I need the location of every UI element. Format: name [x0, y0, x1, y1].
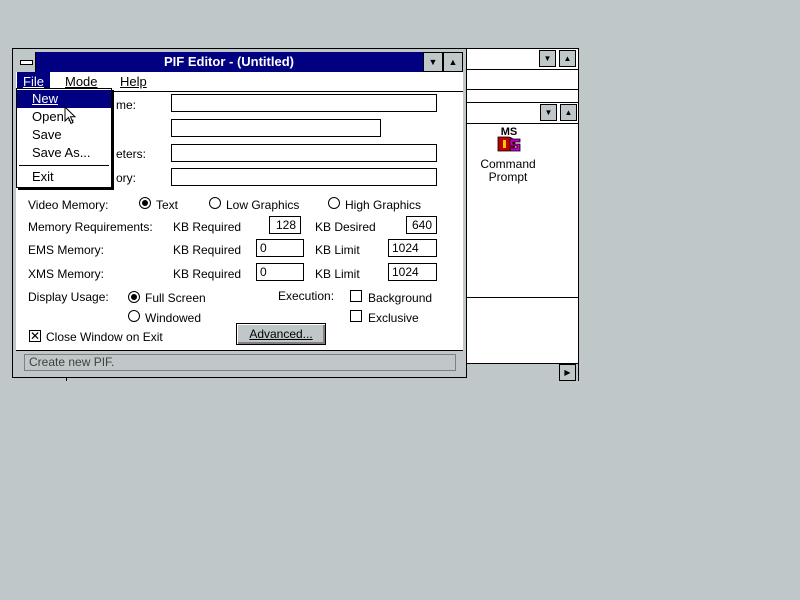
- file-menu-save[interactable]: Save: [17, 126, 111, 144]
- video-high-graphics-radio[interactable]: [328, 197, 340, 209]
- xms-kb-required-input[interactable]: 0: [256, 263, 304, 281]
- ems-kb-required-label: KB Required: [173, 243, 242, 257]
- video-low-graphics-radio[interactable]: [209, 197, 221, 209]
- file-menu-dropdown: New Open... Save Save As... Exit: [16, 88, 112, 188]
- memory-requirements-label: Memory Requirements:: [28, 220, 153, 234]
- group-maximize-button[interactable]: ▲: [560, 104, 577, 121]
- xms-memory-label: XMS Memory:: [28, 267, 105, 281]
- file-menu-exit[interactable]: Exit: [17, 168, 111, 186]
- menu-help[interactable]: Help: [114, 72, 153, 91]
- ems-kb-required-input[interactable]: 0: [256, 239, 304, 257]
- memory-kb-required-label: KB Required: [173, 220, 242, 234]
- scroll-right-icon[interactable]: ▶: [559, 364, 576, 381]
- menu-separator: [19, 165, 109, 166]
- status-bar: Create new PIF.: [16, 350, 463, 375]
- system-menu-button[interactable]: [16, 52, 36, 72]
- group-minimize-button[interactable]: ▼: [540, 104, 557, 121]
- msdos-prompt-icon[interactable]: MS: [494, 124, 524, 154]
- start-up-directory-label: ory:: [116, 171, 137, 185]
- memory-kb-desired-label: KB Desired: [315, 220, 376, 234]
- display-usage-label: Display Usage:: [28, 290, 109, 304]
- window-title-input[interactable]: [171, 119, 381, 137]
- file-menu-save-as[interactable]: Save As...: [17, 144, 111, 162]
- background-label[interactable]: Background: [368, 291, 432, 305]
- ems-kb-limit-input[interactable]: 1024: [388, 239, 437, 257]
- video-low-graphics-label[interactable]: Low Graphics: [226, 198, 299, 212]
- status-text: Create new PIF.: [24, 354, 456, 371]
- advanced-button[interactable]: Advanced...: [236, 323, 326, 345]
- video-memory-label: Video Memory:: [28, 198, 109, 212]
- mouse-pointer-icon: [64, 106, 77, 125]
- video-text-label[interactable]: Text: [156, 198, 178, 212]
- maximize-button[interactable]: ▲: [443, 52, 463, 72]
- optional-parameters-label: eters:: [116, 147, 147, 161]
- program-filename-label: me:: [116, 98, 137, 112]
- memory-kb-desired-input[interactable]: 640: [406, 216, 437, 234]
- msdos-logo-text: MS: [501, 126, 518, 138]
- full-screen-radio[interactable]: [128, 291, 140, 303]
- background-maximize-button[interactable]: ▲: [559, 50, 576, 67]
- window-title: PIF Editor - (Untitled): [164, 54, 294, 69]
- ems-kb-limit-label: KB Limit: [315, 243, 360, 257]
- start-up-directory-input[interactable]: [171, 168, 437, 186]
- background-checkbox[interactable]: [350, 290, 362, 302]
- execution-label: Execution:: [278, 289, 335, 303]
- title-bar[interactable]: PIF Editor - (Untitled) ▼ ▲: [16, 52, 463, 72]
- xms-kb-required-label: KB Required: [173, 267, 242, 281]
- exclusive-label[interactable]: Exclusive: [368, 311, 419, 325]
- full-screen-label[interactable]: Full Screen: [145, 291, 206, 305]
- minimize-button[interactable]: ▼: [423, 52, 443, 72]
- xms-kb-limit-label: KB Limit: [315, 267, 360, 281]
- xms-kb-limit-input[interactable]: 1024: [388, 263, 437, 281]
- ems-memory-label: EMS Memory:: [28, 243, 105, 257]
- close-window-checkbox[interactable]: ✕: [29, 330, 41, 342]
- video-text-radio[interactable]: [139, 197, 151, 209]
- exclusive-checkbox[interactable]: [350, 310, 362, 322]
- group-window-divider: [467, 297, 578, 298]
- optional-parameters-input[interactable]: [171, 144, 437, 162]
- icon-label-line2: Prompt: [488, 170, 528, 184]
- windowed-label[interactable]: Windowed: [145, 311, 201, 325]
- memory-kb-required-input[interactable]: 128: [269, 216, 301, 234]
- program-filename-input[interactable]: [171, 94, 437, 112]
- video-high-graphics-label[interactable]: High Graphics: [345, 198, 421, 212]
- group-window-titlebar: ▼ ▲: [467, 102, 578, 124]
- windowed-radio[interactable]: [128, 310, 140, 322]
- close-window-label[interactable]: Close Window on Exit: [46, 330, 163, 344]
- background-minimize-button[interactable]: ▼: [539, 50, 556, 67]
